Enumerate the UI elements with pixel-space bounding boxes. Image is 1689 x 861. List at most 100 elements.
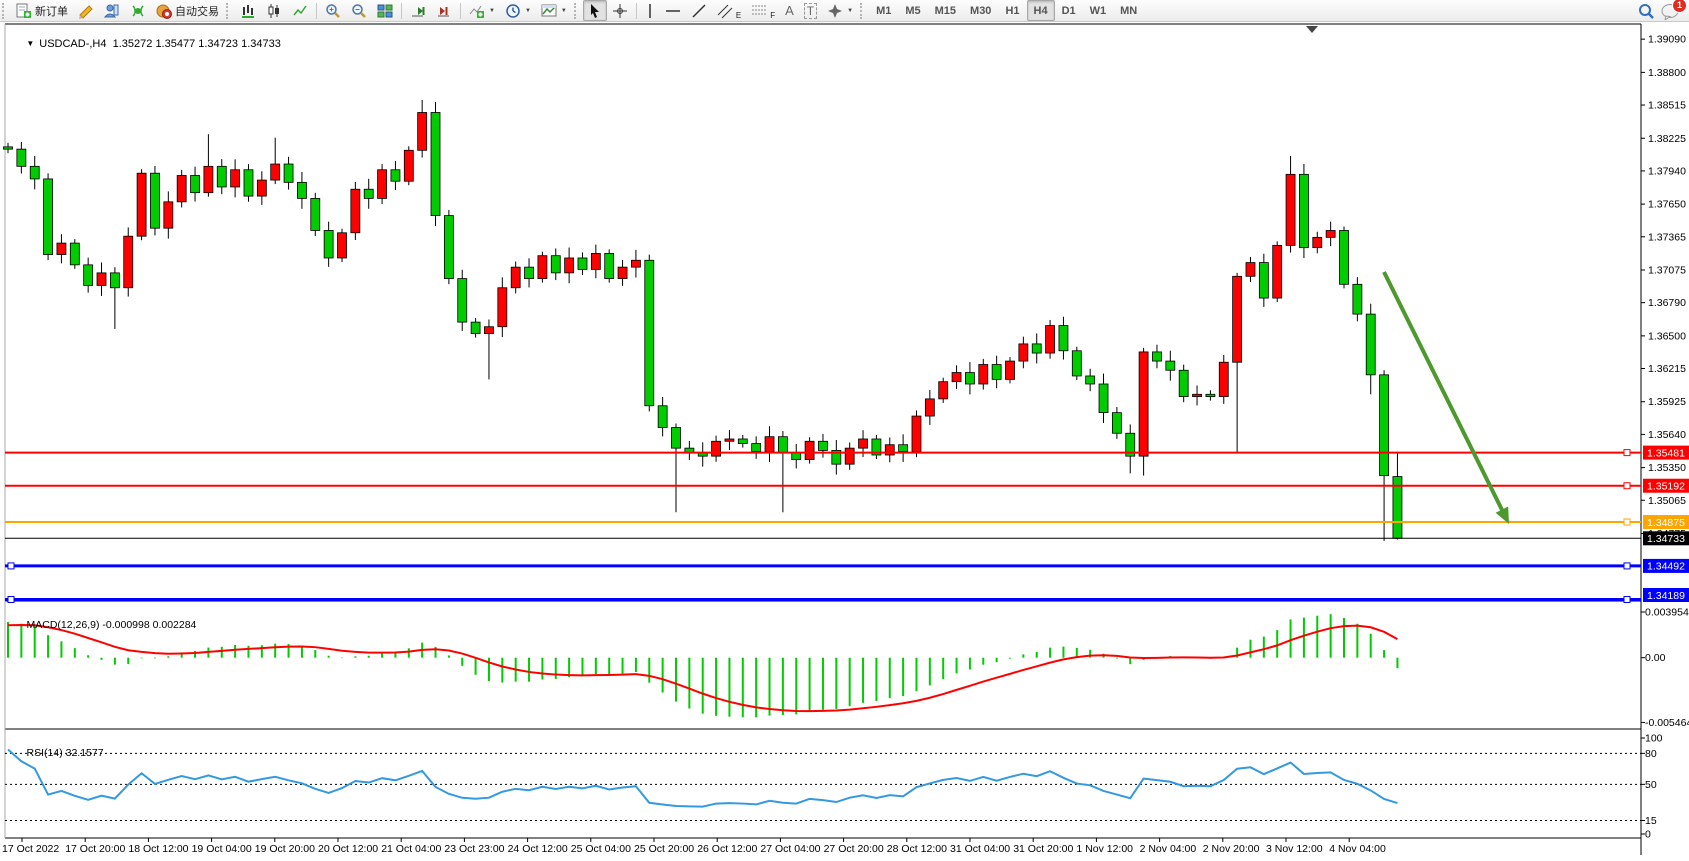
svg-text:1.35192: 1.35192 [1647,481,1685,493]
chevron-down-icon: ▼ [847,8,853,14]
svg-text:23 Oct 23:00: 23 Oct 23:00 [444,843,504,855]
toolbar-right-group: 1 [1637,2,1689,20]
toolbar-separator [636,3,637,19]
fibonacci-icon [751,3,767,19]
timeframe-H4[interactable]: H4 [1027,0,1055,21]
notifications-icon[interactable]: 1 [1661,2,1681,20]
chart-shift-button[interactable] [431,0,457,21]
macd-name: MACD(12,26,9) [27,619,100,631]
data-window-button[interactable] [99,0,125,21]
channel-tool-label: E [736,11,741,20]
symbol-dropdown-icon[interactable]: ▼ [26,39,34,48]
auto-trading-button[interactable]: 自动交易 [151,0,224,21]
line-chart-icon [292,3,308,19]
trendline-tool-button[interactable] [686,0,712,21]
rsi-pane [5,749,1641,820]
toolbar-separator [316,3,317,19]
price-label-1.35481: 1.35481 [1643,446,1689,460]
svg-text:1.35481: 1.35481 [1647,447,1685,459]
chart-title[interactable]: ▼USDCAD-,H4 1.35272 1.35477 1.34723 1.34… [8,26,281,62]
svg-text:1.35350: 1.35350 [1648,462,1686,474]
text-tool-button[interactable]: A [780,0,799,21]
macd-pane [8,614,1397,717]
timeframe-M5[interactable]: M5 [898,0,927,21]
chart-area[interactable]: 1.390901.388001.385151.382251.379401.376… [0,22,1689,861]
timeframe-M30[interactable]: M30 [963,0,998,21]
svg-text:1.37940: 1.37940 [1648,165,1686,177]
chevron-down-icon: ▼ [489,8,495,14]
svg-text:19 Oct 20:00: 19 Oct 20:00 [255,843,315,855]
periods-button[interactable]: ▼ [500,0,536,21]
new-order-button[interactable]: 新订单 [11,0,73,21]
horizontal-line-tool-button[interactable] [660,0,686,21]
macd-indicator-label: MACD(12,26,9) -0.000998 0.002284 [9,607,196,643]
svg-text:17 Oct 20:00: 17 Oct 20:00 [65,843,125,855]
svg-text:31 Oct 04:00: 31 Oct 04:00 [950,843,1010,855]
price-label-1.34875: 1.34875 [1643,515,1689,529]
zoom-in-button[interactable] [320,0,346,21]
auto-trading-icon [156,3,172,19]
template-icon [541,3,557,19]
svg-text:1.34875: 1.34875 [1647,517,1685,529]
svg-text:80: 80 [1645,748,1657,760]
toolbar-grip [226,3,233,19]
line-chart-button[interactable] [287,0,313,21]
bar-chart-icon [240,3,256,19]
svg-text:1.38800: 1.38800 [1648,67,1686,79]
timeframe-group: M1M5M15M30H1H4D1W1MN [869,0,1144,21]
svg-text:1.34492: 1.34492 [1647,561,1685,573]
timeframe-M15[interactable]: M15 [928,0,963,21]
symbol-label: USDCAD-,H4 [39,38,106,50]
price-label-1.34492: 1.34492 [1643,559,1689,573]
vertical-line-icon [645,3,655,19]
tile-windows-button[interactable] [372,0,398,21]
svg-text:1.36500: 1.36500 [1648,330,1686,342]
channel-tool-button[interactable]: E [712,0,746,21]
svg-text:1 Nov 12:00: 1 Nov 12:00 [1076,843,1133,855]
toolbar-grip [2,3,9,19]
svg-text:2 Nov 04:00: 2 Nov 04:00 [1140,843,1197,855]
price-axis: 1.390901.388001.385151.382251.379401.376… [1641,34,1689,841]
text-label-tool-button[interactable]: T [799,0,822,21]
svg-text:17 Oct 2022: 17 Oct 2022 [2,843,59,855]
cursor-icon [588,3,602,18]
new-order-label: 新订单 [35,3,68,19]
svg-text:0.00: 0.00 [1645,652,1666,664]
candlestick-chart-button[interactable] [261,0,287,21]
arrows-tool-button[interactable]: ▼ [822,0,858,21]
timeframe-D1[interactable]: D1 [1055,0,1083,21]
text-tool-label: A [785,3,794,18]
svg-text:4 Nov 04:00: 4 Nov 04:00 [1329,843,1386,855]
indicators-button[interactable]: ▼ [464,0,500,21]
toolbar-grip [574,3,581,19]
clock-icon [505,3,521,19]
timeframe-H1[interactable]: H1 [998,0,1026,21]
chart-canvas[interactable]: 1.390901.388001.385151.382251.379401.376… [0,22,1689,861]
market-watch-button[interactable] [73,0,99,21]
cursor-tool-button[interactable] [583,0,607,21]
time-axis[interactable]: 17 Oct 202217 Oct 20:0018 Oct 12:0019 Oc… [2,838,1386,855]
auto-scroll-button[interactable] [405,0,431,21]
svg-text:21 Oct 04:00: 21 Oct 04:00 [381,843,441,855]
svg-text:0.003954: 0.003954 [1645,607,1689,619]
bar-chart-button[interactable] [235,0,261,21]
timeframe-MN[interactable]: MN [1113,0,1144,21]
pencil-tool-icon [78,3,94,19]
notification-badge: 1 [1672,0,1687,13]
crosshair-tool-button[interactable] [607,0,633,21]
templates-button[interactable]: ▼ [536,0,572,21]
svg-text:25 Oct 04:00: 25 Oct 04:00 [571,843,631,855]
vertical-line-tool-button[interactable] [640,0,660,21]
svg-text:25 Oct 20:00: 25 Oct 20:00 [634,843,694,855]
fibonacci-tool-button[interactable]: F [746,0,780,21]
timeframe-M1[interactable]: M1 [869,0,898,21]
toolbar-separator [460,3,461,19]
zoom-out-button[interactable] [346,0,372,21]
search-icon[interactable] [1637,2,1655,20]
fibonacci-tool-label: F [770,11,775,20]
main-toolbar: 新订单 自动交易 [0,0,1689,22]
timeframe-W1[interactable]: W1 [1083,0,1114,21]
signals-button[interactable] [125,0,151,21]
svg-text:0: 0 [1645,829,1651,841]
toolbar-grip [860,3,867,19]
